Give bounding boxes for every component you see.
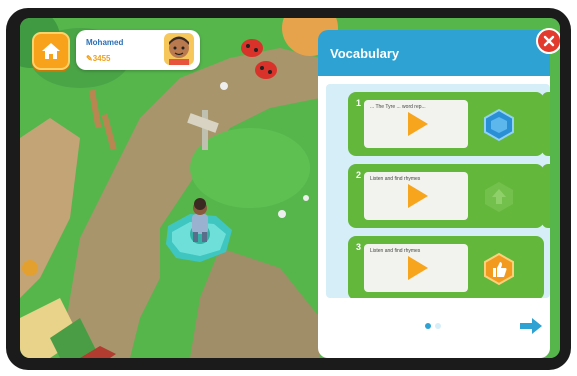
next-card-peek (542, 92, 550, 156)
mushroom (22, 260, 38, 276)
card-number: 1 (356, 98, 362, 108)
next-arrow-icon[interactable] (518, 316, 544, 336)
close-button[interactable] (536, 28, 560, 54)
panel-title: Vocabulary (330, 46, 400, 61)
next-card-peek (542, 164, 550, 228)
page-dot-active (425, 323, 431, 329)
vocabulary-panel: Vocabulary 1 ... The Tyre ... word rep..… (318, 28, 560, 358)
player-name: Mohamed (86, 38, 124, 47)
card-number: 3 (356, 242, 362, 252)
activity-list: 1 ... The Tyre ... word rep... 2 Listen … (326, 84, 550, 298)
panel-body: 1 ... The Tyre ... word rep... 2 Listen … (318, 76, 550, 358)
player-card[interactable]: Mohamed ✎3455 (76, 30, 200, 70)
ladybug (255, 61, 277, 79)
activity-thumbnail: Listen and find rhymes (364, 172, 468, 220)
hexagon-badge-icon (484, 108, 514, 142)
thumbs-up-badge-icon (484, 252, 514, 286)
activity-thumbnail: Listen and find rhymes (364, 244, 468, 292)
home-icon (42, 43, 60, 59)
locked-arrow-icon (485, 182, 513, 212)
pencil-icon: ✎ (86, 54, 93, 63)
play-icon[interactable] (408, 184, 428, 208)
activity-card[interactable]: 3 Listen and find rhymes (348, 236, 544, 298)
close-icon (543, 35, 555, 47)
signpost (202, 110, 208, 150)
play-icon[interactable] (408, 112, 428, 136)
thumbnail-caption: Listen and find rhymes (370, 248, 421, 254)
avatar (164, 33, 194, 65)
game-screen: Mohamed ✎3455 Vocabulary 1 ... The Tyre … (20, 18, 560, 358)
thumbnail-caption: Listen and find rhymes (370, 176, 421, 182)
home-button[interactable] (32, 32, 70, 70)
score-value: 3455 (92, 54, 111, 63)
play-icon[interactable] (408, 256, 428, 280)
page-dot (435, 323, 441, 329)
ladybug (241, 39, 263, 57)
thumbnail-caption: ... The Tyre ... word rep... (370, 104, 426, 110)
activity-card[interactable]: 2 Listen and find rhymes (348, 164, 544, 228)
activity-thumbnail: ... The Tyre ... word rep... (364, 100, 468, 148)
activity-card[interactable]: 1 ... The Tyre ... word rep... (348, 92, 544, 156)
tablet-frame: Mohamed ✎3455 Vocabulary 1 ... The Tyre … (0, 0, 577, 376)
player-score: ✎3455 (86, 54, 111, 63)
card-number: 2 (356, 170, 362, 180)
page-indicator (425, 323, 441, 329)
panel-header: Vocabulary (318, 30, 550, 76)
